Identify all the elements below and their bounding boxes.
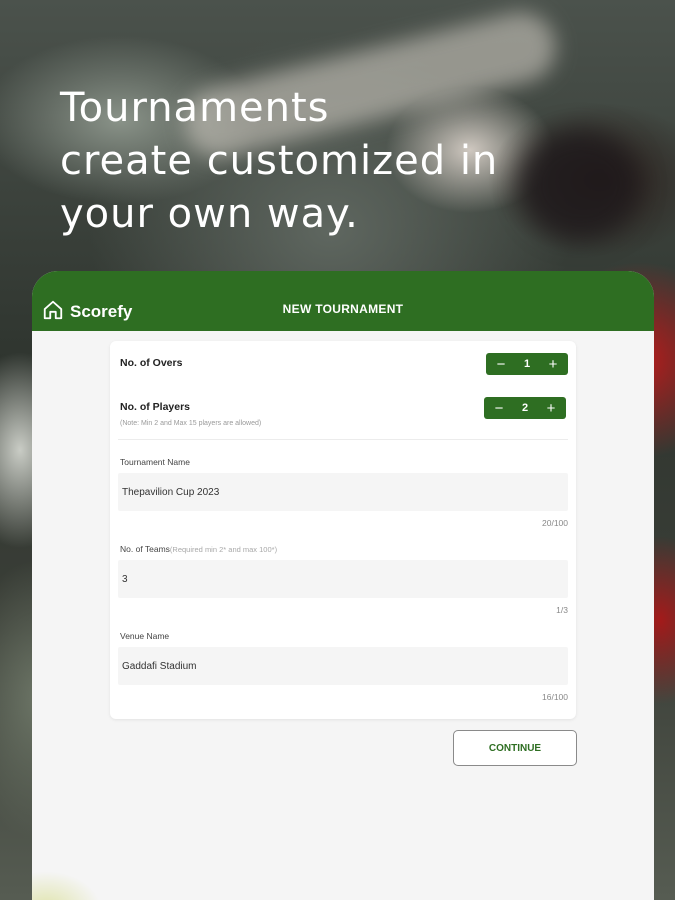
page-title: NEW TOURNAMENT (282, 302, 404, 316)
headline-line-2: create customized in (60, 138, 499, 184)
tournament-name-input[interactable] (118, 473, 568, 511)
headline-line-1: Tournaments (60, 85, 330, 131)
venue-label: Venue Name (120, 631, 170, 641)
teams-label: No. of Teams(Required min 2* and max 100… (120, 544, 277, 554)
overs-stepper: − 1 + (486, 353, 568, 375)
tournament-name-counter: 20/100 (542, 518, 568, 528)
tournament-name-label: Tournament Name (120, 457, 190, 467)
overs-increment-button[interactable]: + (546, 357, 560, 372)
players-increment-button[interactable]: + (544, 401, 558, 416)
overs-value: 1 (523, 358, 531, 370)
overs-decrement-button[interactable]: − (494, 357, 508, 372)
teams-label-text: No. of Teams (120, 544, 170, 554)
tournament-form-card: No. of Overs − 1 + No. of Players (Note:… (110, 341, 576, 719)
background-flowers (32, 871, 102, 900)
venue-input[interactable] (118, 647, 568, 685)
players-label: No. of Players (120, 401, 191, 413)
players-stepper: − 2 + (484, 397, 566, 419)
app-bar: Scorefy NEW TOURNAMENT (32, 271, 654, 331)
players-value: 2 (521, 402, 529, 414)
venue-counter: 16/100 (542, 692, 568, 702)
players-decrement-button[interactable]: − (492, 401, 506, 416)
promo-headline: Tournaments create customized in your ow… (60, 82, 620, 241)
section-divider (118, 439, 568, 440)
headline-line-3: your own way. (60, 191, 359, 237)
players-note: (Note: Min 2 and Max 15 players are allo… (120, 420, 262, 427)
app-screen: Scorefy NEW TOURNAMENT No. of Overs − 1 … (32, 271, 654, 900)
teams-input[interactable] (118, 560, 568, 598)
continue-button[interactable]: CONTINUE (453, 730, 577, 766)
teams-hint: (Required min 2* and max 100*) (169, 545, 278, 554)
teams-counter: 1/3 (556, 605, 568, 615)
overs-label: No. of Overs (120, 357, 183, 369)
